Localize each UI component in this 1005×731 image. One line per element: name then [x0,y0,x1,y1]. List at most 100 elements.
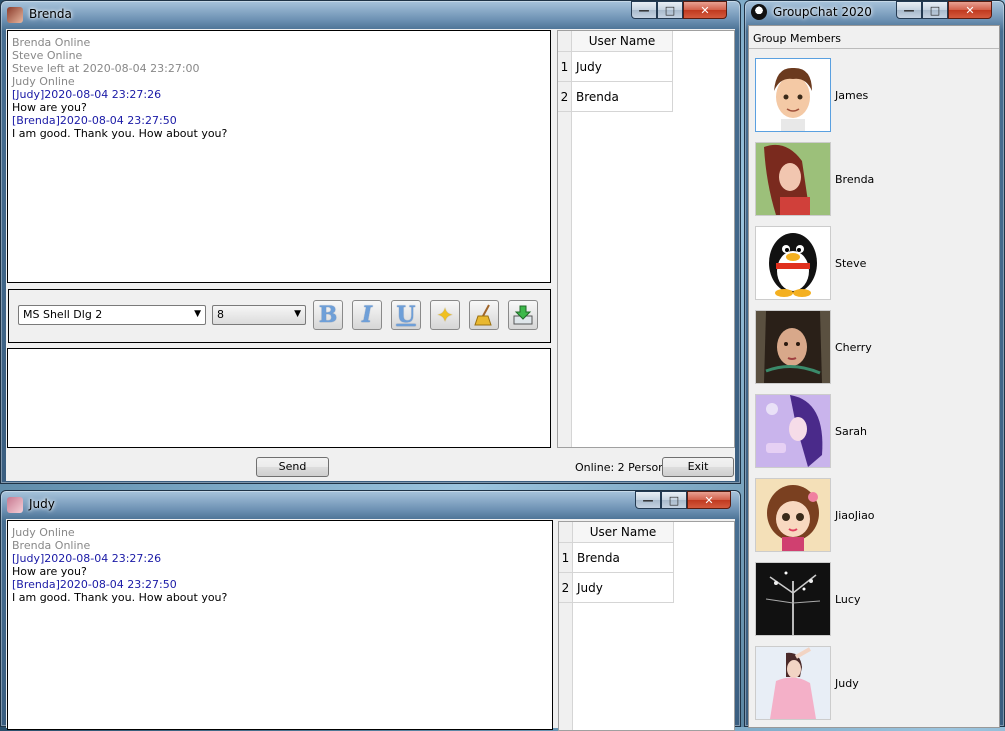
judy-titlebar[interactable]: Judy — □ ✕ [1,491,740,519]
italic-icon: I [361,302,373,328]
user-avatar-icon [7,7,23,23]
row-number: 1 [558,52,571,82]
member-name: Cherry [835,340,872,354]
table-row[interactable]: Brenda [572,82,673,112]
online-count: Online: 2 Person [575,461,666,474]
members-separator [749,48,999,49]
close-button[interactable]: ✕ [687,491,731,509]
group-members-heading: Group Members [753,32,841,45]
maximize-button[interactable]: □ [657,1,683,19]
penguin-logo-icon [751,4,767,20]
close-button[interactable]: ✕ [683,1,727,19]
maximize-button[interactable]: □ [922,1,948,19]
column-header-user-name[interactable]: User Name [573,522,674,543]
member-avatar[interactable] [755,142,831,216]
chat-log: Brenda Online Steve Online Steve left at 2… [7,30,551,283]
bold-icon: B [318,302,338,328]
table-corner [559,522,573,543]
brenda-chat-window: Brenda — □ ✕ Brenda Online Steve Online St… [0,0,741,484]
close-button[interactable]: ✕ [948,1,992,19]
maximize-icon: □ [664,3,676,17]
row-header-column: 1 2 [558,52,572,447]
font-size-select[interactable]: 8 ▼ [212,305,306,325]
underline-button[interactable]: U [391,300,421,330]
member-avatar[interactable] [755,310,831,384]
groupchat-window: GroupChat 2020 — □ ✕ Group Members James… [744,0,1005,728]
member-name: Lucy [835,592,861,606]
dropdown-arrow-icon: ▼ [294,309,301,319]
chat-message-line: Steve Online [12,49,83,62]
close-icon: ✕ [700,3,710,17]
send-button[interactable]: Send [256,457,329,477]
close-icon: ✕ [965,3,975,17]
window-title: Judy [29,497,55,511]
chat-message-line: Steve left at 2020-08-04 23:27:00 [12,62,200,75]
user-list-table: User Name 1 2 Brenda Judy [558,521,735,731]
save-button[interactable] [508,300,538,330]
chat-message-line: [Judy]2020-08-04 23:27:26 [12,552,162,565]
table-row[interactable]: Judy [573,573,674,603]
groupchat-titlebar[interactable]: GroupChat 2020 — □ ✕ [745,1,1004,23]
clear-button[interactable] [469,300,499,330]
member-avatar[interactable] [755,646,831,720]
bold-button[interactable]: B [313,300,343,330]
table-row[interactable]: Judy [572,52,673,82]
member-avatar[interactable] [755,562,831,636]
color-star-icon: ✦ [436,303,454,327]
chat-message-line: Brenda Online [12,36,91,49]
member-list-item[interactable]: Judy [755,644,859,722]
column-header-user-name[interactable]: User Name [572,31,673,52]
save-download-icon [513,305,533,325]
chat-message-line: Judy Online [12,75,75,88]
member-name: Judy [835,676,859,690]
member-avatar[interactable] [755,58,831,132]
row-number: 2 [559,573,572,603]
window-title: Brenda [29,7,72,21]
member-list-item[interactable]: Lucy [755,560,860,638]
user-avatar-icon [7,497,23,513]
chat-log: Judy Online Brenda Online [Judy]2020-08-04… [7,520,553,730]
member-list-item[interactable]: Steve [755,224,866,302]
minimize-icon: — [638,3,650,17]
row-number: 1 [559,543,572,573]
member-avatar[interactable] [755,226,831,300]
member-name: JiaoJiao [835,508,875,522]
member-list-item[interactable]: Brenda [755,140,874,218]
font-family-value: MS Shell Dlg 2 [23,308,103,321]
minimize-icon: — [903,3,915,17]
chat-message-line: I am good. Thank you. How about you? [12,591,228,604]
table-row[interactable]: Brenda [573,543,674,573]
underline-icon: U [396,302,416,328]
minimize-button[interactable]: — [635,491,661,509]
format-toolbar: MS Shell Dlg 2 ▼ 8 ▼ B I U ✦ [8,289,551,343]
italic-button[interactable]: I [352,300,382,330]
member-avatar[interactable] [755,478,831,552]
maximize-button[interactable]: □ [661,491,687,509]
chat-message-line: Brenda Online [12,539,91,552]
member-list-item[interactable]: Cherry [755,308,872,386]
table-corner [558,31,572,52]
judy-chat-window: Judy — □ ✕ Judy Online Brenda Online [Judy… [0,490,741,731]
member-avatar[interactable] [755,394,831,468]
message-input[interactable] [7,348,551,448]
exit-button[interactable]: Exit [662,457,734,477]
member-list-item[interactable]: Sarah [755,392,867,470]
font-family-select[interactable]: MS Shell Dlg 2 ▼ [18,305,206,325]
brenda-titlebar[interactable]: Brenda — □ ✕ [1,1,740,29]
minimize-icon: — [642,493,654,507]
member-name: Sarah [835,424,867,438]
minimize-button[interactable]: — [631,1,657,19]
dropdown-arrow-icon: ▼ [194,309,201,319]
color-button[interactable]: ✦ [430,300,460,330]
member-list-item[interactable]: JiaoJiao [755,476,875,554]
window-title: GroupChat 2020 [773,5,872,19]
brenda-client-area: Brenda Online Steve Online Steve left at 2… [6,29,735,481]
member-name: James [835,88,869,102]
judy-client-area: Judy Online Brenda Online [Judy]2020-08-04… [6,519,735,731]
font-size-value: 8 [217,308,224,321]
minimize-button[interactable]: — [896,1,922,19]
chat-message-line: [Brenda]2020-08-04 23:27:50 [12,114,177,127]
chat-message-line: [Judy]2020-08-04 23:27:26 [12,88,162,101]
member-list-item[interactable]: James [755,56,868,134]
maximize-icon: □ [929,3,941,17]
